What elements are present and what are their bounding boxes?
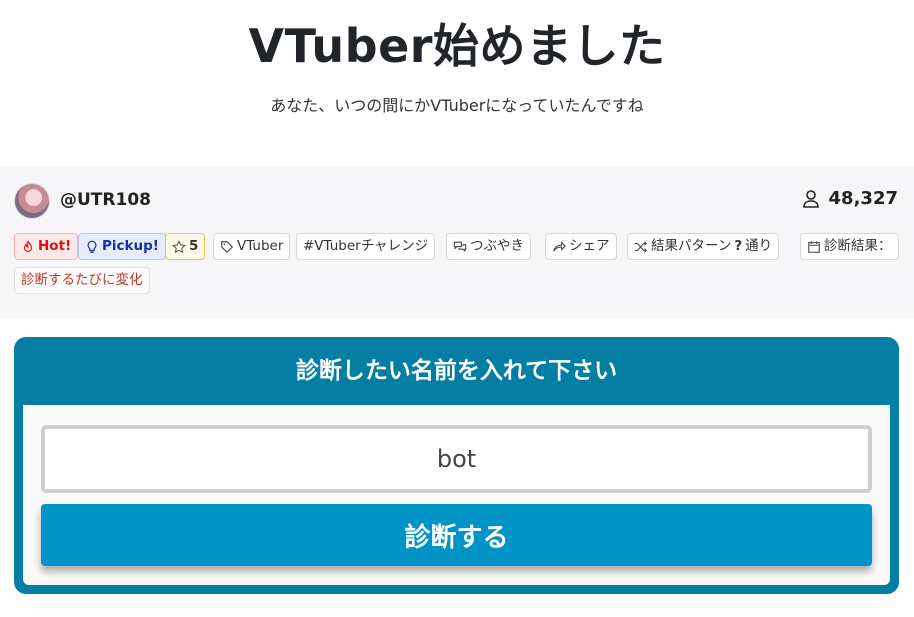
avatar[interactable] — [14, 183, 50, 219]
share-arrow-icon — [553, 240, 566, 252]
tag-rating[interactable]: 5 — [165, 233, 206, 260]
tag-label: シェア — [569, 238, 610, 254]
tag-result-mode[interactable]: 診断結果： — [800, 233, 899, 260]
tag-list: Hot! Pickup! 5 VTuber #VTuberチャレンジ つぶやき … — [14, 233, 914, 303]
tag-value: ? — [734, 238, 743, 254]
form-heading: 診断したい名前を入れて下さい — [295, 358, 618, 384]
calendar-icon — [808, 240, 820, 253]
tag-icon — [221, 240, 234, 253]
page-title: VTuber始めました — [248, 19, 666, 73]
tweet-button[interactable]: つぶやき — [446, 233, 531, 260]
meta-panel: @UTR108 48,327 Hot! Pickup! 5 VTuber #VT… — [0, 166, 914, 318]
view-count: 48,327 — [801, 188, 898, 209]
tag-label: Hot! — [38, 238, 72, 254]
tag-label: 診断結果： — [824, 238, 892, 254]
star-icon — [172, 239, 186, 253]
form-body: 診断する — [23, 405, 890, 585]
flame-icon — [23, 240, 33, 252]
lightbulb-icon — [87, 240, 97, 253]
chat-icon — [453, 241, 467, 252]
tag-result-patterns[interactable]: 結果パターン ? 通り — [627, 233, 780, 260]
tag-label-prefix: 結果パターン — [651, 238, 732, 254]
tag-label: #VTuberチャレンジ — [303, 238, 429, 254]
diagnose-button[interactable]: 診断する — [41, 504, 872, 566]
page-subtitle: あなた、いつの間にかVTuberになっていたんですね — [270, 96, 644, 115]
diagnosis-form: 診断したい名前を入れて下さい 診断する — [14, 337, 899, 594]
tag-result-change: 診断するたびに変化 — [14, 267, 150, 294]
name-input[interactable] — [41, 425, 872, 493]
tag-vtuber[interactable]: VTuber — [213, 233, 291, 260]
person-icon — [802, 189, 819, 208]
tag-hashtag[interactable]: #VTuberチャレンジ — [296, 233, 436, 260]
share-button[interactable]: シェア — [545, 233, 617, 260]
tag-label: Pickup! — [102, 238, 159, 254]
view-count-value: 48,327 — [828, 188, 898, 209]
tag-label-suffix: 通り — [745, 238, 773, 254]
tag-label: つぶやき — [470, 238, 524, 254]
tag-label: 診断するたびに変化 — [21, 272, 143, 288]
author-link[interactable]: @UTR108 — [60, 190, 151, 210]
tag-label: VTuber — [237, 238, 284, 254]
tag-label: 5 — [189, 238, 199, 254]
tag-hot[interactable]: Hot! — [14, 233, 79, 260]
shuffle-icon — [634, 240, 647, 253]
tag-pickup[interactable]: Pickup! — [78, 233, 166, 260]
